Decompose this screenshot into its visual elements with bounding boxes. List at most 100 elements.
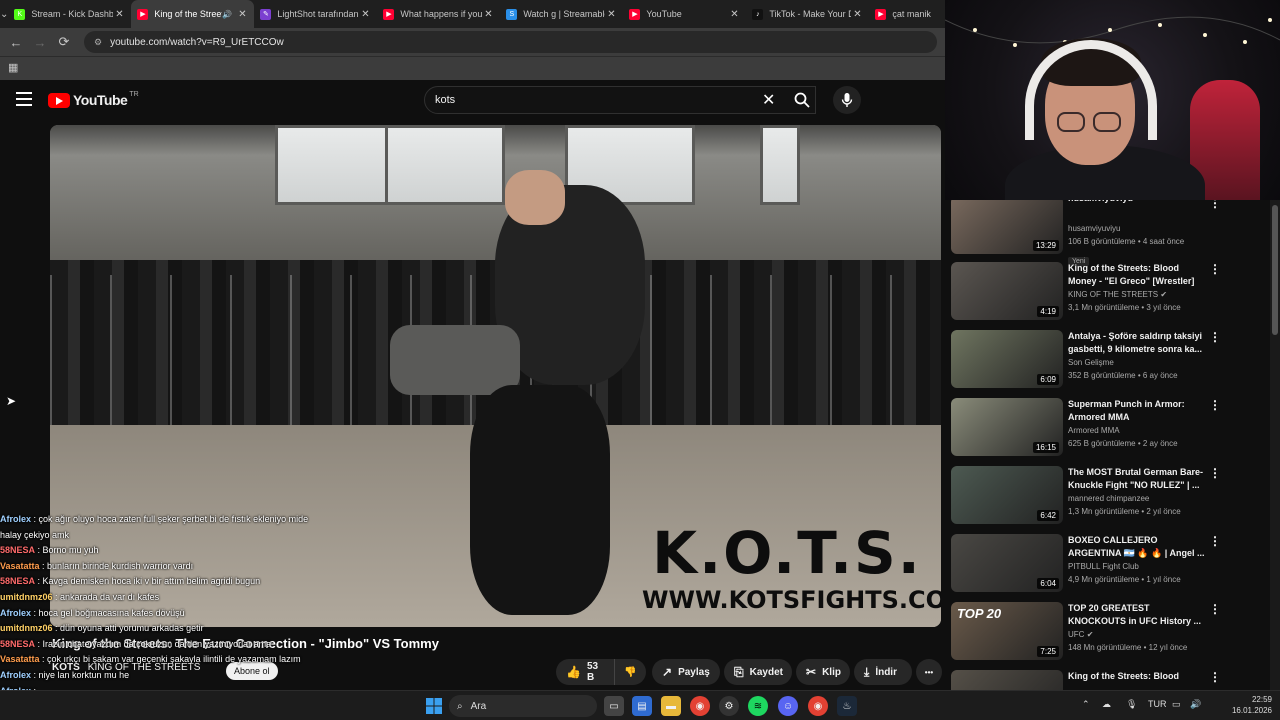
discord-icon[interactable]: ☺ bbox=[778, 696, 798, 716]
recommended-video[interactable]: 6:42 The MOST Brutal German Bare-Knuckle … bbox=[951, 466, 1271, 530]
app-icon[interactable]: ⚙ bbox=[719, 696, 739, 716]
language-indicator[interactable]: TUR bbox=[1148, 699, 1167, 709]
recommended-channel[interactable]: Son Gelişme bbox=[1068, 358, 1114, 367]
store-icon[interactable]: ▤ bbox=[632, 696, 652, 716]
search-button[interactable] bbox=[786, 86, 818, 114]
clip-button[interactable]: ✂ Klip bbox=[796, 659, 850, 685]
more-options-icon[interactable]: ⋮ bbox=[1209, 534, 1221, 548]
recommended-video[interactable]: 16:15 Superman Punch in Armor: Armored MM… bbox=[951, 398, 1271, 462]
recommended-video[interactable]: 4:19 King of the Streets: Blood Money - "… bbox=[951, 262, 1271, 326]
video-thumbnail[interactable]: TOP 20 7:25 bbox=[951, 602, 1063, 660]
more-options-icon[interactable]: ⋮ bbox=[1209, 200, 1221, 210]
browser-tab[interactable]: ▶ YouTube ✕ bbox=[623, 0, 746, 28]
steam-icon[interactable]: ♨ bbox=[837, 696, 857, 716]
more-options-icon[interactable]: ⋮ bbox=[1209, 466, 1221, 480]
recommended-title[interactable]: King of the Streets: Blood bbox=[1068, 670, 1206, 683]
chat-username: Afrolex bbox=[0, 607, 32, 618]
site-info-icon[interactable]: ⚙ bbox=[94, 37, 102, 48]
recommended-title[interactable]: husamviyuviyu bbox=[1068, 200, 1206, 205]
recommended-video[interactable]: 13:29 husamviyuviyu husamviyuviyu 106 B gör… bbox=[951, 200, 1271, 266]
video-thumbnail[interactable]: 16:15 bbox=[951, 398, 1063, 456]
chat-separator: : bbox=[52, 591, 61, 602]
recommended-channel[interactable]: husamviyuviyu bbox=[1068, 224, 1120, 233]
more-options-icon[interactable]: ⋮ bbox=[1209, 398, 1221, 412]
tray-overflow-icon[interactable]: ⌃ bbox=[1082, 699, 1090, 710]
recommended-video[interactable]: TOP 20 7:25 TOP 20 GREATEST KNOCKOUTS in U… bbox=[951, 602, 1271, 666]
system-clock[interactable]: 22:59 16.01.2026 bbox=[1212, 694, 1272, 716]
recommended-channel[interactable]: PITBULL Fight Club bbox=[1068, 562, 1139, 571]
tab-close-icon[interactable]: ✕ bbox=[482, 9, 494, 20]
recommended-meta: 3,1 Mn görüntüleme • 3 yıl önce bbox=[1068, 303, 1181, 312]
dislike-button[interactable]: 👎 bbox=[614, 659, 646, 685]
browser-tab[interactable]: ▶ What happens if you ✕ bbox=[377, 0, 500, 28]
file-explorer-icon[interactable]: ▬ bbox=[661, 696, 681, 716]
forward-icon[interactable]: → bbox=[28, 35, 52, 50]
tab-close-icon[interactable]: ✕ bbox=[359, 9, 371, 20]
network-icon[interactable]: ▭ bbox=[1172, 699, 1181, 710]
tray-app-icon[interactable]: ☁ bbox=[1102, 699, 1111, 710]
video-thumbnail[interactable]: 13:29 bbox=[951, 200, 1063, 254]
chrome-icon[interactable]: ◉ bbox=[690, 696, 710, 716]
tab-audio-icon[interactable]: 🔊 bbox=[222, 10, 232, 19]
recommended-title[interactable]: Superman Punch in Armor: Armored MMA bbox=[1068, 398, 1206, 424]
video-thumbnail[interactable]: 6:09 bbox=[951, 330, 1063, 388]
browser-tab[interactable]: S Watch g | Streamable ✕ bbox=[500, 0, 623, 28]
recommended-title[interactable]: Antalya - Şoföre saldırıp taksiyi gasbet… bbox=[1068, 330, 1206, 356]
volume-icon[interactable]: 🔊 bbox=[1190, 699, 1201, 710]
recommended-channel[interactable]: UFC ✔ bbox=[1068, 630, 1093, 639]
tab-close-icon[interactable]: ✕ bbox=[851, 9, 863, 20]
more-options-icon[interactable]: ⋮ bbox=[1209, 330, 1221, 344]
chat-separator: : bbox=[39, 560, 48, 571]
recommended-title[interactable]: BOXEO CALLEJERO ARGENTINA 🇦🇷 🔥 🔥 | Angel… bbox=[1068, 534, 1206, 560]
recommended-title[interactable]: King of the Streets: Blood Money - "El G… bbox=[1068, 262, 1206, 288]
download-button[interactable]: ⤓ İndir bbox=[854, 659, 912, 685]
windows-start-icon[interactable] bbox=[424, 696, 444, 716]
recommended-title[interactable]: TOP 20 GREATEST KNOCKOUTS in UFC History… bbox=[1068, 602, 1206, 628]
video-thumbnail[interactable] bbox=[951, 670, 1063, 690]
tab-close-icon[interactable]: ✕ bbox=[728, 9, 740, 20]
channel-name: husamviyuviyu bbox=[1068, 224, 1121, 233]
address-bar[interactable]: ⚙ youtube.com/watch?v=R9_UrETCCOw bbox=[84, 31, 937, 53]
youtube-logo[interactable]: YouTube TR bbox=[48, 91, 139, 108]
recommended-channel[interactable]: KING OF THE STREETS ✔ bbox=[1068, 290, 1167, 299]
menu-icon[interactable] bbox=[16, 92, 32, 106]
recommended-video[interactable]: 6:04 BOXEO CALLEJERO ARGENTINA 🇦🇷 🔥 🔥 | A… bbox=[951, 534, 1271, 598]
back-icon[interactable]: ← bbox=[4, 35, 28, 50]
tab-search-button[interactable]: ⌄ bbox=[0, 0, 8, 28]
tray-mic-icon[interactable]: 🎙 bbox=[1126, 699, 1137, 710]
tab-close-icon[interactable]: ✕ bbox=[605, 9, 617, 20]
apps-grid-icon[interactable]: ▦ bbox=[8, 61, 18, 74]
reload-icon[interactable]: ⟳ bbox=[52, 34, 76, 50]
voice-search-button[interactable] bbox=[833, 86, 861, 114]
chrome-icon[interactable]: ◉ bbox=[808, 696, 828, 716]
recommended-title[interactable]: The MOST Brutal German Bare-Knuckle Figh… bbox=[1068, 466, 1206, 492]
clear-search-icon[interactable]: ✕ bbox=[762, 90, 775, 110]
save-button[interactable]: ⎘ Kaydet bbox=[724, 659, 792, 685]
like-button[interactable]: 👍 53 B bbox=[556, 659, 614, 685]
recommended-video[interactable]: King of the Streets: Blood ⋮ bbox=[951, 670, 1271, 690]
tab-close-icon[interactable]: ✕ bbox=[113, 9, 125, 20]
share-button[interactable]: ↗ Paylaş bbox=[652, 659, 720, 685]
recommended-channel[interactable]: mannered chimpanzee bbox=[1068, 494, 1149, 503]
browser-tab[interactable]: K Stream - Kick Dashboard✕ bbox=[8, 0, 131, 28]
kots-logo-text: K.O.T.S. bbox=[652, 519, 922, 587]
more-actions-button[interactable]: ••• bbox=[916, 659, 942, 685]
browser-tab[interactable]: ✎ LightShot tarafından ✕ bbox=[254, 0, 377, 28]
more-options-icon[interactable]: ⋮ bbox=[1209, 262, 1221, 276]
search-input[interactable]: kots bbox=[424, 86, 816, 114]
tab-close-icon[interactable]: ✕ bbox=[236, 9, 248, 20]
recommended-channel[interactable]: Armored MMA bbox=[1068, 426, 1120, 435]
video-thumbnail[interactable]: 6:04 bbox=[951, 534, 1063, 592]
spotify-icon[interactable]: ≋ bbox=[748, 696, 768, 716]
channel-name: PITBULL Fight Club bbox=[1068, 562, 1139, 571]
task-view-icon[interactable]: ▭ bbox=[604, 696, 624, 716]
recommended-video[interactable]: 6:09 Antalya - Şoföre saldırıp taksiyi ga… bbox=[951, 330, 1271, 394]
more-options-icon[interactable]: ⋮ bbox=[1209, 670, 1221, 684]
browser-tab[interactable]: ♪ TikTok - Make Your D ✕ bbox=[746, 0, 869, 28]
video-thumbnail[interactable]: 4:19 bbox=[951, 262, 1063, 320]
sidebar-scroll-thumb[interactable] bbox=[1272, 205, 1278, 335]
video-thumbnail[interactable]: 6:42 bbox=[951, 466, 1063, 524]
browser-tab[interactable]: ▶ King of the Streets 🔊 ✕ bbox=[131, 0, 255, 28]
more-options-icon[interactable]: ⋮ bbox=[1209, 602, 1221, 616]
taskbar-search[interactable]: ⌕ Ara bbox=[449, 695, 597, 717]
